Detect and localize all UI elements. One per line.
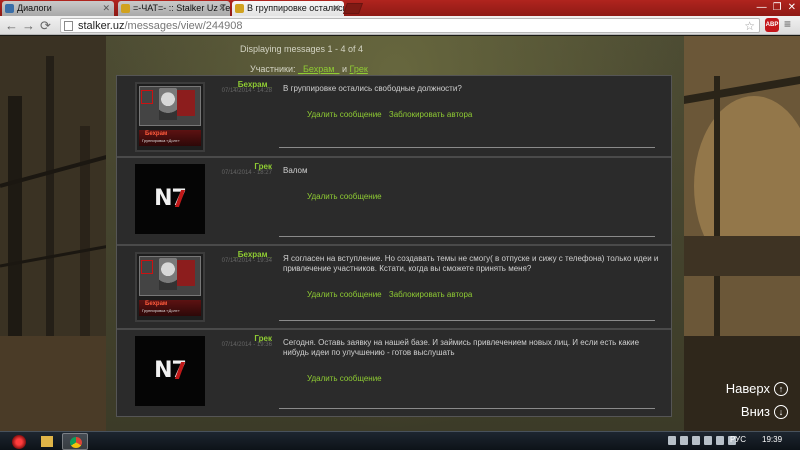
message-actions: Удалить сообщение Заблокировать автора: [307, 110, 477, 119]
message-actions: Удалить сообщение: [307, 192, 387, 201]
close-window-icon[interactable]: ✕: [788, 2, 796, 14]
forward-icon[interactable]: →: [22, 18, 35, 33]
faction-emblem-icon: [141, 260, 153, 274]
message-text: Сегодня. Оставь заявку на нашей базе. И …: [283, 338, 640, 357]
avatar-banner: [177, 260, 195, 286]
message-item: N7 Грек 07/14/2014 - 18:27 Валом Удалить…: [117, 158, 671, 246]
participant-link[interactable]: _Бехрам_: [298, 64, 339, 74]
participant-link[interactable]: Грек: [350, 64, 368, 74]
message-date: 07/14/2014 - 18:27: [221, 170, 272, 176]
page-favicon-icon: [5, 4, 14, 13]
chrome-icon: [70, 437, 82, 448]
gas-mask-figure: [159, 88, 177, 120]
browser-toolbar: ← → ⟳ stalker.uz/messages/view/244908 ☆ …: [0, 16, 800, 35]
radiation-icon: [121, 4, 130, 13]
background-ruins-left: [0, 36, 110, 431]
message-item: Бехрам Группировка «Долг» _Бехрам_ 07/14…: [117, 246, 671, 330]
message-text: Я согласен на вступление. Но создавать т…: [283, 254, 659, 273]
message-date: 07/14/2014 - 19:34: [221, 258, 272, 264]
message-divider: [279, 147, 655, 148]
tray-icon[interactable]: [692, 436, 700, 445]
browser-tab-bar: Диалоги ✕ =-ЧАТ=- :: Stalker Uz Тер ✕ В …: [0, 0, 800, 16]
close-icon[interactable]: ✕: [332, 1, 340, 16]
tab-message[interactable]: В группировке остались ✕: [232, 1, 344, 16]
avatar[interactable]: N7: [135, 164, 205, 234]
tab-title: В группировке остались: [247, 3, 344, 13]
arrow-down-icon: ↓: [774, 404, 788, 419]
back-icon[interactable]: ←: [5, 18, 18, 33]
message-divider: [279, 236, 655, 237]
avatar-name: Бехрам: [145, 301, 168, 307]
os-taskbar: РУС 19:39: [0, 431, 800, 450]
avatar[interactable]: N7: [135, 336, 205, 406]
message-divider: [279, 320, 655, 321]
start-button[interactable]: [12, 435, 26, 449]
delete-message-link[interactable]: Удалить сообщение: [307, 290, 382, 299]
url-text: stalker.uz/messages/view/244908: [78, 20, 243, 32]
window-controls: — ❐ ✕: [757, 2, 796, 14]
address-bar[interactable]: stalker.uz/messages/view/244908 ☆: [60, 18, 760, 33]
taskbar-app-chrome[interactable]: [62, 433, 88, 450]
message-item: Бехрам Группировка «Долг» _Бехрам_ 07/14…: [117, 76, 671, 158]
tab-dialogs[interactable]: Диалоги ✕: [2, 1, 114, 16]
n7-logo: N7: [154, 358, 187, 383]
avatar-nameplate: Бехрам Группировка «Долг»: [139, 300, 201, 316]
avatar-faction: Группировка «Долг»: [142, 308, 180, 313]
close-icon[interactable]: ✕: [102, 1, 110, 16]
tray-icon[interactable]: [668, 436, 676, 445]
page-icon: [64, 21, 73, 31]
block-author-link[interactable]: Заблокировать автора: [389, 110, 473, 119]
new-tab-button[interactable]: [342, 3, 364, 14]
tab-chat[interactable]: =-ЧАТ=- :: Stalker Uz Тер ✕: [118, 1, 230, 16]
delete-message-link[interactable]: Удалить сообщение: [307, 374, 382, 383]
close-icon[interactable]: ✕: [218, 1, 226, 16]
arrow-up-icon: ↑: [774, 381, 788, 396]
radiation-icon: [235, 4, 244, 13]
participants-line: Участники: _Бехрам_ и Грек: [250, 64, 368, 74]
tab-title: =-ЧАТ=- :: Stalker Uz Тер: [133, 3, 230, 13]
scroll-down-button[interactable]: Вниз ↓: [741, 404, 788, 419]
message-divider: [279, 408, 655, 409]
background-ruins-right: [684, 36, 800, 431]
menu-icon[interactable]: ≡: [784, 17, 791, 31]
avatar-nameplate: Бехрам Группировка «Долг»: [139, 130, 201, 146]
message-actions: Удалить сообщение: [307, 374, 387, 383]
volume-icon[interactable]: [716, 436, 724, 445]
delete-message-link[interactable]: Удалить сообщение: [307, 192, 382, 201]
n7-logo: N7: [154, 186, 187, 211]
system-tray: [668, 436, 736, 445]
clock[interactable]: 19:39: [762, 435, 782, 444]
language-indicator[interactable]: РУС: [730, 435, 746, 444]
faction-emblem-icon: [141, 90, 153, 104]
message-item: N7 Грек 07/14/2014 - 19:36 Сегодня. Оста…: [117, 330, 671, 416]
adblock-icon[interactable]: ABP: [765, 18, 779, 32]
pager-summary: Displaying messages 1 - 4 of 4: [240, 44, 364, 54]
restore-icon[interactable]: ❐: [773, 2, 782, 14]
avatar-name: Бехрам: [145, 131, 168, 137]
folder-icon: [41, 436, 53, 447]
avatar[interactable]: Бехрам Группировка «Долг»: [135, 82, 205, 152]
minimize-icon[interactable]: —: [757, 2, 767, 14]
gas-mask-figure: [159, 258, 177, 290]
avatar-banner: [177, 90, 195, 116]
avatar[interactable]: Бехрам Группировка «Долг»: [135, 252, 205, 322]
taskbar-app-explorer[interactable]: [34, 433, 60, 450]
message-date: 07/14/2014 - 14:28: [221, 88, 272, 94]
message-text: В группировке остались свободные должнос…: [283, 84, 462, 93]
block-author-link[interactable]: Заблокировать автора: [389, 290, 473, 299]
message-text: Валом: [283, 166, 308, 175]
scroll-up-button[interactable]: Наверх ↑: [726, 381, 788, 396]
network-icon[interactable]: [704, 436, 712, 445]
bookmark-star-icon[interactable]: ☆: [744, 19, 755, 33]
reload-icon[interactable]: ⟳: [40, 18, 51, 33]
avatar-faction: Группировка «Долг»: [142, 138, 180, 143]
message-date: 07/14/2014 - 19:36: [221, 342, 272, 348]
delete-message-link[interactable]: Удалить сообщение: [307, 110, 382, 119]
tray-icon[interactable]: [680, 436, 688, 445]
message-thread: Бехрам Группировка «Долг» _Бехрам_ 07/14…: [116, 75, 672, 417]
message-actions: Удалить сообщение Заблокировать автора: [307, 290, 477, 299]
tab-title: Диалоги: [17, 3, 52, 13]
